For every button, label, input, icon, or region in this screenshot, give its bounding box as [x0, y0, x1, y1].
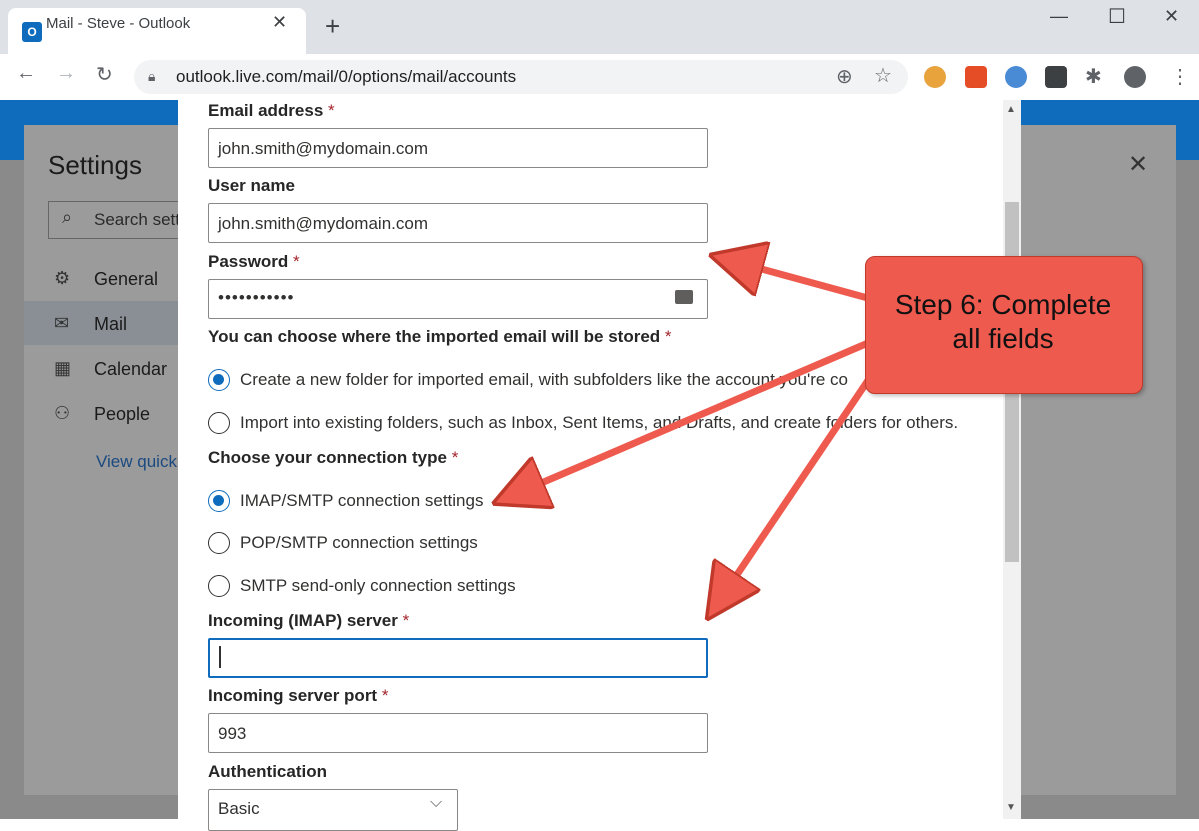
- arrow-to-connection-type: [518, 336, 877, 493]
- arrow-to-incoming-server: [722, 368, 878, 597]
- step-callout-line-2: all fields: [952, 323, 1054, 354]
- annotation-arrows: [0, 0, 878, 819]
- arrow-to-password: [736, 262, 876, 304]
- step-callout-text: Step 6: Complete all fields: [865, 288, 1141, 356]
- step-callout-line-1: Step 6: Complete: [894, 289, 1112, 320]
